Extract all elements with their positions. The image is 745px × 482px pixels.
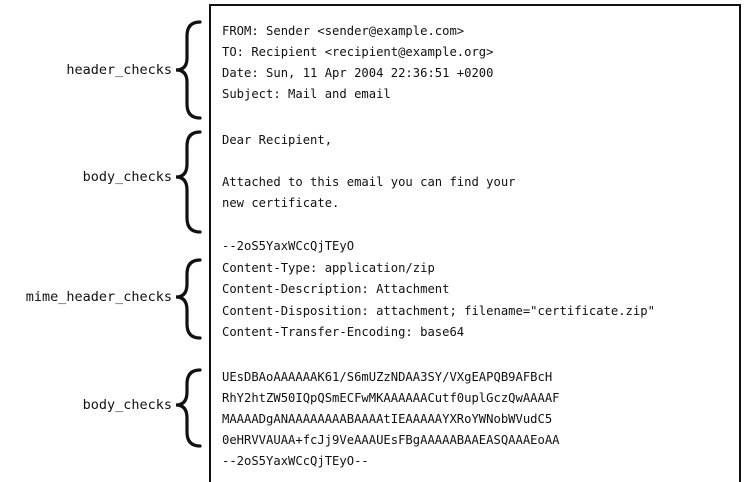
mime-boundary-line: --2oS5YaxWCcQjTEyO bbox=[222, 239, 355, 253]
header-line: FROM: Sender <sender@example.com> bbox=[222, 24, 465, 38]
mime-header-line: Content-Description: Attachment bbox=[222, 282, 450, 296]
body-checks-brace-1 bbox=[175, 130, 202, 234]
header-line: Date: Sun, 11 Apr 2004 22:36:51 +0200 bbox=[222, 66, 494, 80]
header-line: TO: Recipient <recipient@example.org> bbox=[222, 45, 494, 59]
mail-check-diagram: header_checks body_checks mime_header_ch… bbox=[0, 0, 745, 482]
body-line: Dear Recipient, bbox=[222, 133, 333, 147]
mime-header-checks-brace bbox=[175, 258, 202, 340]
mime-header-line: Content-Transfer-Encoding: base64 bbox=[222, 325, 465, 339]
mime-header-line: Content-Type: application/zip bbox=[222, 261, 435, 275]
attachment-body-line: RhY2htZW50IQpQSmECFwMKAAAAAACutf0uplGczQ… bbox=[222, 391, 560, 405]
body-checks-label: body_checks bbox=[82, 397, 172, 413]
body-checks-label: body_checks bbox=[82, 169, 172, 185]
mime-header-line: Content-Disposition: attachment; filenam… bbox=[222, 304, 655, 318]
body-checks-brace-2 bbox=[175, 368, 202, 448]
attachment-body-line: UEsDBAoAAAAAAK61/S6mUZzNDAA3SY/VXgEAPQB9… bbox=[222, 370, 553, 384]
header-line: Subject: Mail and email bbox=[222, 87, 391, 101]
body-line: new certificate. bbox=[222, 196, 340, 210]
mime-boundary-end-line: --2oS5YaxWCcQjTEyO-- bbox=[222, 454, 369, 468]
attachment-body-line: 0eHRVVAUAA+fcJj9VeAAAUEsFBgAAAAABAAEASQA… bbox=[222, 433, 560, 447]
header-checks-brace bbox=[175, 20, 202, 120]
body-line: Attached to this email you can find your bbox=[222, 175, 516, 189]
mime-header-checks-label: mime_header_checks bbox=[25, 289, 172, 305]
attachment-body-line: MAAAADgANAAAAAAAABAAAAtIEAAAAAYXRoYWNobW… bbox=[222, 412, 553, 426]
header-checks-label: header_checks bbox=[66, 62, 172, 78]
